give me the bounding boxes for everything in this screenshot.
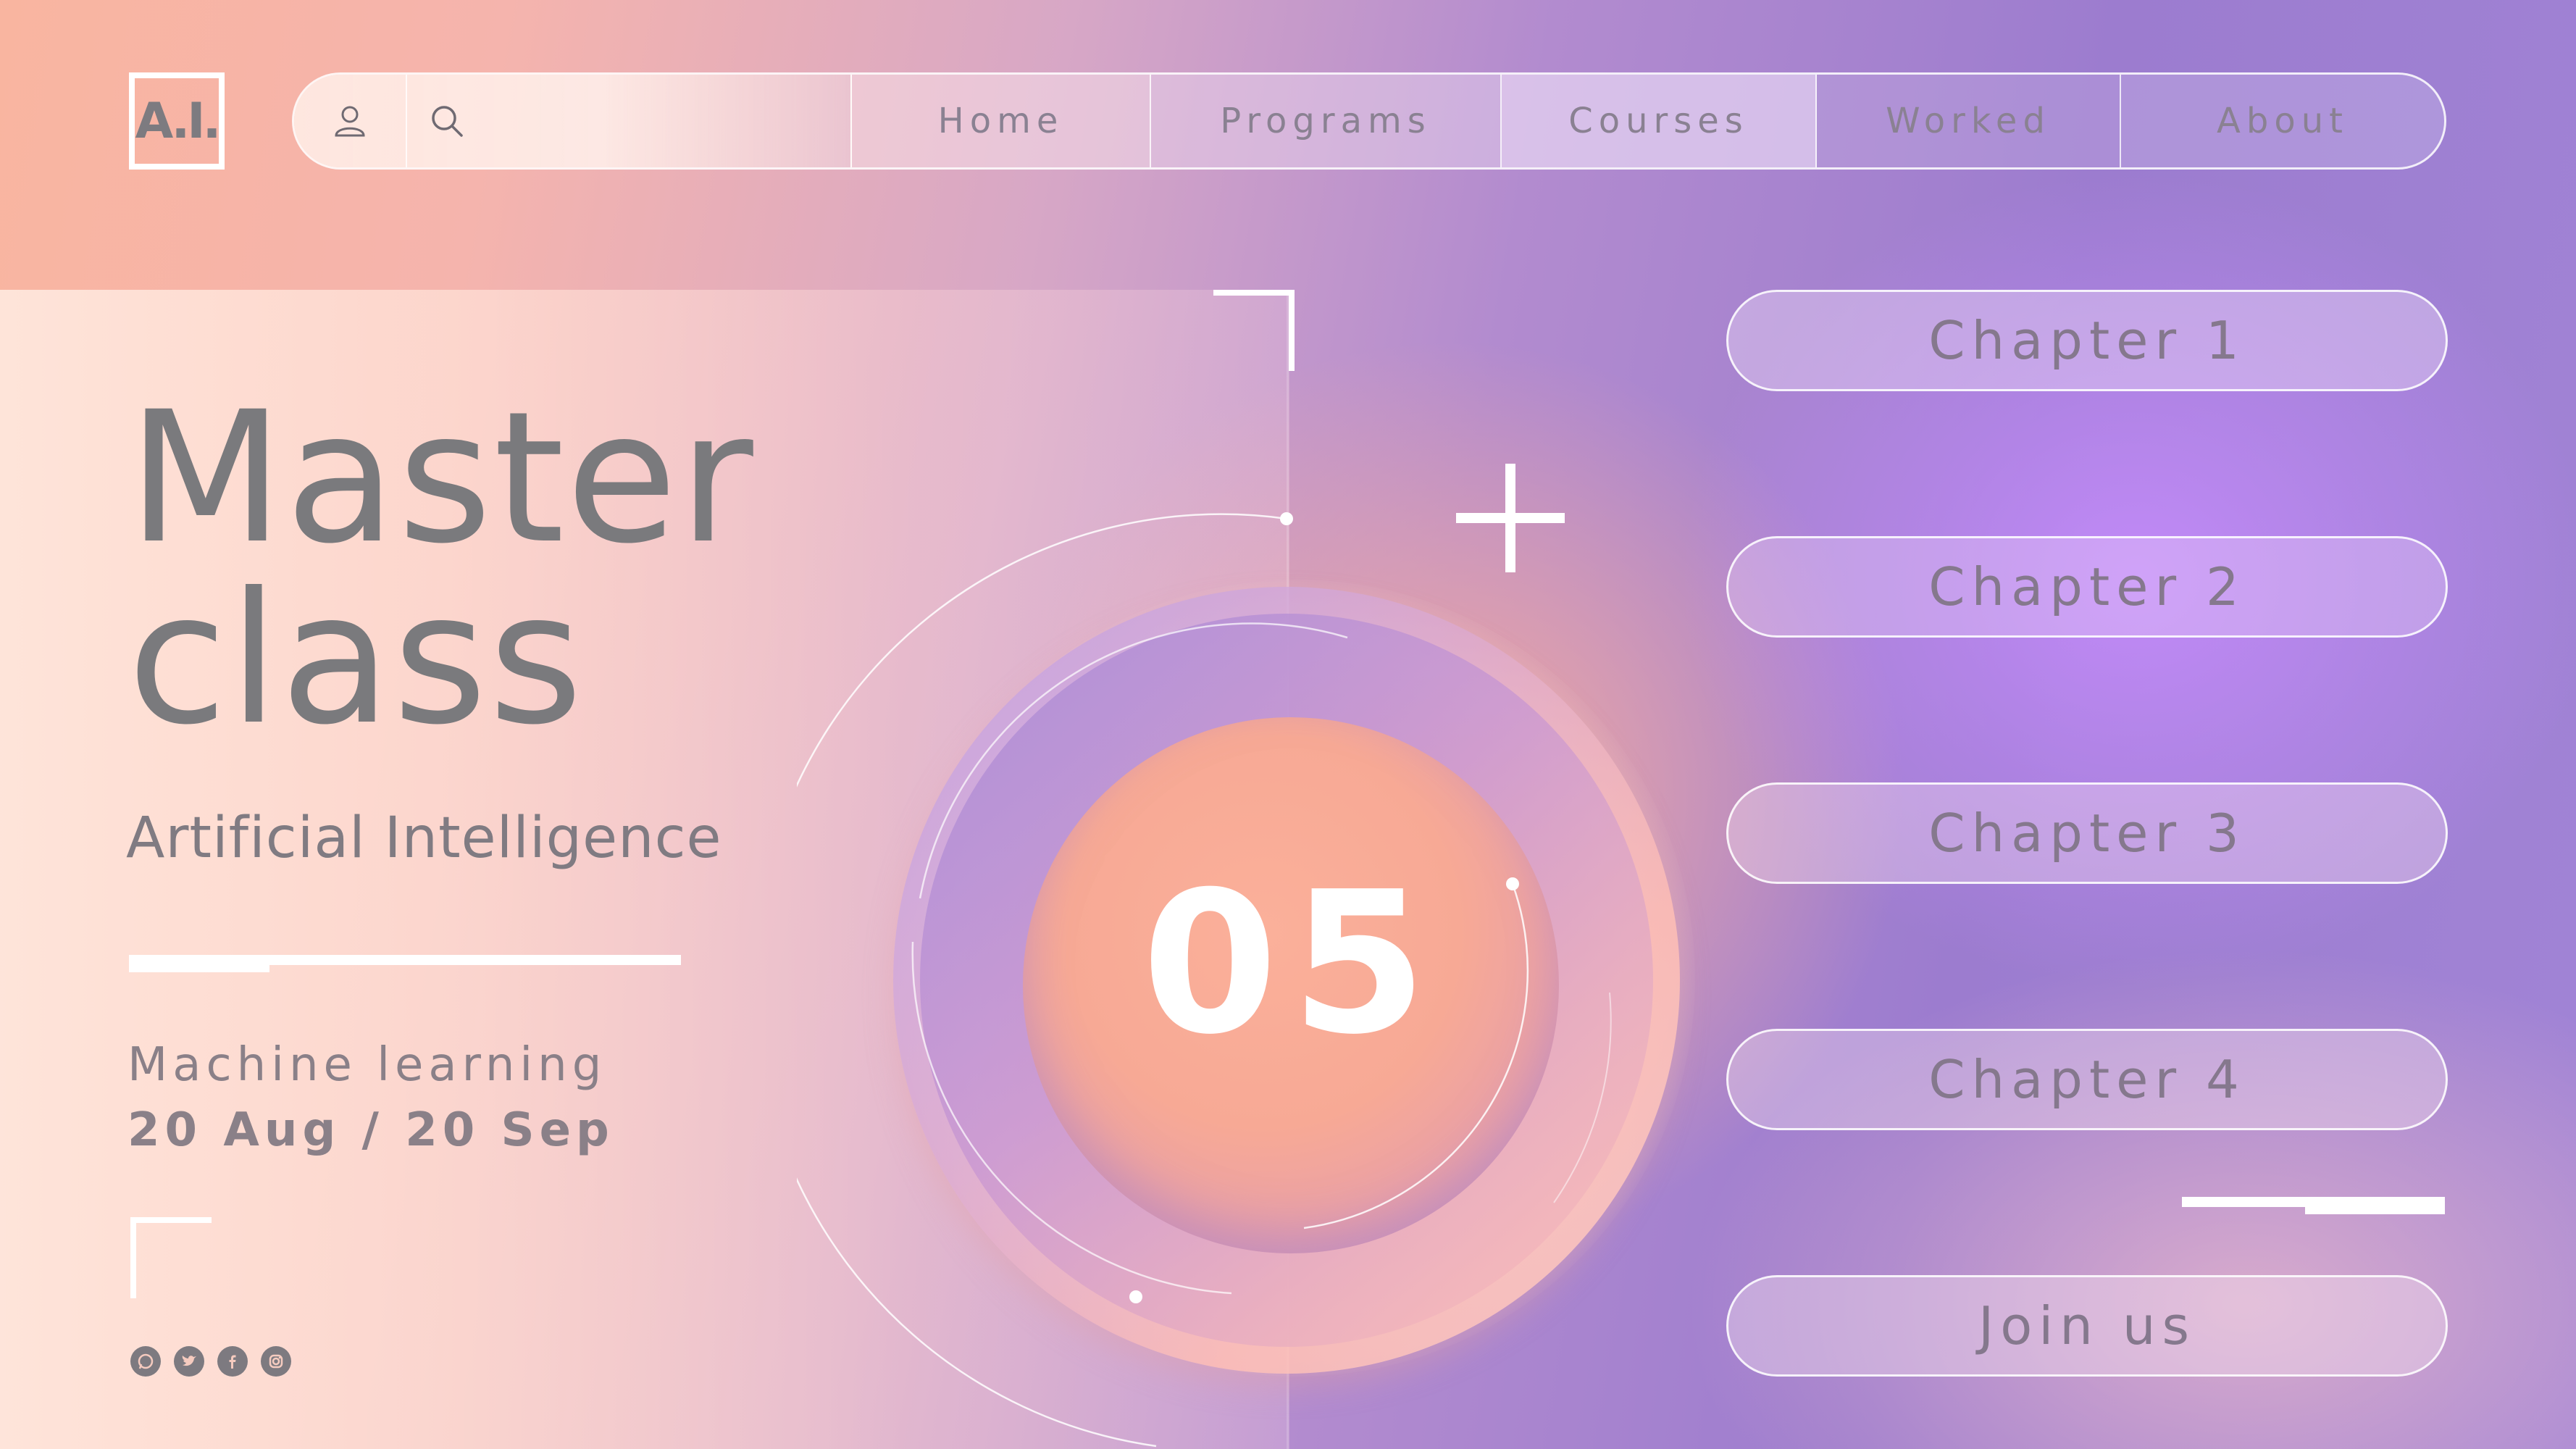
facebook-icon[interactable] [217,1346,248,1377]
nav-item-about[interactable]: About [2121,75,2444,167]
page-subtitle: Artificial Intelligence [126,806,722,871]
user-icon [335,106,365,137]
corner-bracket-bottom-left [130,1217,212,1298]
session-number: 05 [1142,849,1440,1077]
top-nav: Home Programs Courses Worked About [292,72,2446,170]
chapter-4-button[interactable]: Chapter 4 [1726,1029,2448,1130]
chapter-2-button[interactable]: Chapter 2 [1726,536,2448,638]
page-title: Master class [127,388,755,750]
instagram-icon[interactable] [261,1346,291,1377]
nav-item-programs[interactable]: Programs [1151,75,1502,167]
chapter-1-button[interactable]: Chapter 1 [1726,290,2448,391]
nav-item-courses[interactable]: Courses [1502,75,1817,167]
search-icon [432,106,463,137]
nav-item-label: About [2217,101,2349,141]
whatsapp-icon[interactable] [130,1346,161,1377]
user-button[interactable] [294,75,407,167]
nav-item-label: Worked [1886,101,2051,141]
course-dates: 20 Aug / 20 Sep [127,1103,614,1157]
chapter-3-button[interactable]: Chapter 3 [1726,782,2448,884]
corner-bracket-top-right [1213,290,1295,371]
nav-item-home[interactable]: Home [852,75,1151,167]
nav-item-worked[interactable]: Worked [1817,75,2121,167]
divider-bar-right-accent [2305,1197,2445,1214]
twitter-icon[interactable] [174,1346,204,1377]
title-line-2: class [127,554,585,764]
nav-search-area [294,75,852,167]
nav-item-label: Courses [1568,101,1749,141]
logo[interactable]: A.I. [129,72,225,170]
course-topic: Machine learning [127,1038,607,1092]
search-button[interactable] [407,75,487,167]
join-us-button[interactable]: Join us [1726,1275,2448,1377]
title-line-1: Master [127,372,755,583]
social-links [130,1346,291,1377]
plus-icon [1456,464,1565,572]
nav-item-label: Home [937,101,1064,141]
nav-item-label: Programs [1220,101,1431,141]
divider-bar-accent [129,955,269,972]
